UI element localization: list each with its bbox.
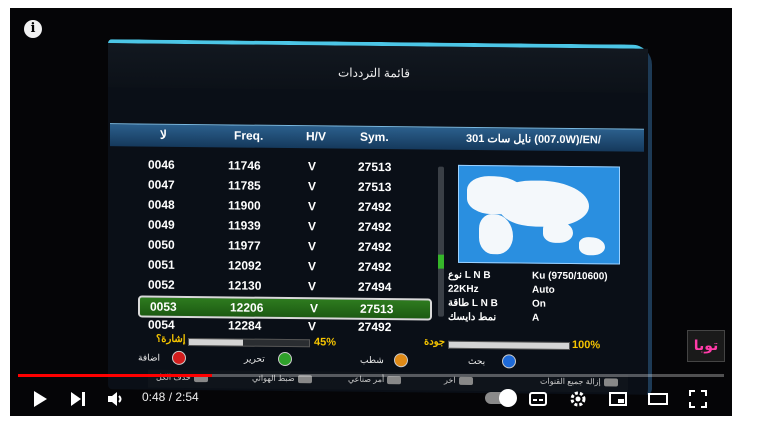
cell-hv: V: [308, 319, 317, 334]
subtitles-icon[interactable]: [528, 389, 548, 409]
cell-sym: 27494: [358, 279, 392, 295]
cell-sym: 27492: [358, 259, 392, 275]
cell-hv: V: [308, 279, 317, 294]
quality-bar: [448, 340, 570, 350]
header-hv: H/V: [306, 129, 327, 144]
cell-hv: V: [310, 301, 319, 316]
color-key-icon: [394, 353, 408, 368]
header-num: لا: [160, 127, 167, 142]
cell-num: 0048: [148, 197, 175, 212]
color-key-label: اضافة: [138, 352, 161, 363]
signal-label: إشارة؟: [156, 333, 186, 345]
volume-icon[interactable]: [106, 389, 126, 409]
color-key-label: شطب: [360, 354, 384, 366]
header-sym: Sym.: [360, 129, 389, 145]
info-label: نوع L N B: [448, 269, 491, 282]
tv-title-bar: قائمة الترددات: [108, 43, 648, 93]
color-key-icon: [278, 351, 292, 367]
cell-num: 0047: [148, 177, 175, 192]
world-map-image: [458, 164, 620, 265]
cell-hv: V: [308, 199, 317, 214]
info-value: On: [532, 298, 546, 310]
info-label: 22KHz: [448, 283, 479, 296]
tv-title: قائمة الترددات: [338, 65, 410, 81]
quality-percent: 100%: [572, 339, 601, 352]
cell-freq: 11900: [228, 198, 261, 213]
cell-freq: 11977: [228, 238, 261, 253]
settings-gear-icon[interactable]: [568, 389, 588, 409]
cell-num: 0054: [148, 317, 175, 332]
cell-num: 0051: [148, 257, 175, 272]
cell-num: 0052: [148, 277, 175, 292]
cell-sym: 27513: [358, 159, 392, 175]
progress-bar[interactable]: [18, 374, 724, 377]
info-value: A: [532, 312, 540, 324]
cell-num: 0049: [148, 217, 175, 232]
table-row[interactable]: 0050 11977 V 27492: [138, 235, 438, 256]
info-row: نمط دايسك A: [448, 311, 648, 329]
cell-freq: 12130: [228, 278, 262, 293]
table-row[interactable]: 0052 12130 V 27494: [138, 275, 438, 296]
cell-sym: 27492: [358, 219, 392, 235]
cell-hv: V: [308, 219, 317, 234]
cell-freq: 11746: [228, 158, 261, 173]
video-player[interactable]: i قائمة الترددات لا Freq. H/V Sym. نايل …: [10, 8, 732, 416]
player-controls: 0:48 / 2:54: [10, 380, 732, 416]
header-freq: Freq.: [234, 128, 264, 143]
theater-mode-icon[interactable]: [648, 389, 668, 409]
play-icon[interactable]: [30, 389, 50, 409]
signal-percent: 45%: [314, 336, 337, 349]
cell-freq: 12092: [228, 258, 262, 273]
info-value: Auto: [532, 284, 555, 296]
info-icon[interactable]: i: [24, 20, 42, 38]
cell-num: 0053: [150, 299, 177, 314]
scrollbar[interactable]: [438, 166, 444, 317]
table-header: لا Freq. H/V Sym. نايل سات 301 (007.0W)/…: [110, 123, 644, 152]
table-row[interactable]: 0046 11746 V 27513: [138, 155, 438, 176]
miniplayer-icon[interactable]: [608, 389, 628, 409]
cell-hv: V: [308, 179, 317, 194]
info-label: طاقة L N B: [448, 297, 498, 310]
color-key-icon: [172, 350, 186, 365]
cell-num: 0050: [148, 237, 175, 252]
autoplay-toggle[interactable]: [485, 389, 517, 407]
cell-hv: V: [308, 159, 317, 174]
quality-label: جودة: [424, 336, 446, 348]
cell-sym: 27492: [358, 239, 392, 255]
cell-hv: V: [308, 239, 317, 254]
channel-logo: توبا: [687, 330, 725, 362]
color-key-icon: [502, 354, 516, 369]
progress-played: [18, 374, 213, 377]
table-row[interactable]: 0049 11939 V 27492: [138, 215, 438, 236]
cell-freq: 12284: [228, 318, 262, 333]
signal-bar: [188, 337, 310, 348]
time-display: 0:48 / 2:54: [142, 390, 199, 404]
scroll-thumb[interactable]: [438, 254, 444, 269]
cell-sym: 27492: [358, 199, 392, 215]
cell-freq: 12206: [230, 300, 264, 315]
fullscreen-icon[interactable]: [688, 389, 708, 409]
tv-screen: قائمة الترددات لا Freq. H/V Sym. نايل سا…: [108, 39, 652, 395]
cell-sym: 27492: [358, 319, 392, 335]
satellite-name: نايل سات 301 (007.0W)/EN/: [466, 132, 601, 147]
next-icon[interactable]: [68, 389, 88, 409]
cell-sym: 27513: [358, 179, 392, 195]
color-key-label: بحث: [468, 355, 486, 367]
cell-freq: 11939: [228, 218, 261, 233]
cell-num: 0046: [148, 157, 175, 172]
table-row[interactable]: 0048 11900 V 27492: [138, 195, 438, 216]
table-row[interactable]: 0047 11785 V 27513: [138, 175, 438, 196]
color-key-label: تحرير: [244, 353, 265, 364]
info-value: Ku (9750/10600): [532, 270, 608, 283]
cell-sym: 27513: [360, 301, 394, 317]
cell-freq: 11785: [228, 178, 261, 193]
info-label: نمط دايسك: [448, 311, 497, 324]
table-row[interactable]: 0051 12092 V 27492: [138, 255, 438, 276]
cell-hv: V: [308, 259, 317, 274]
